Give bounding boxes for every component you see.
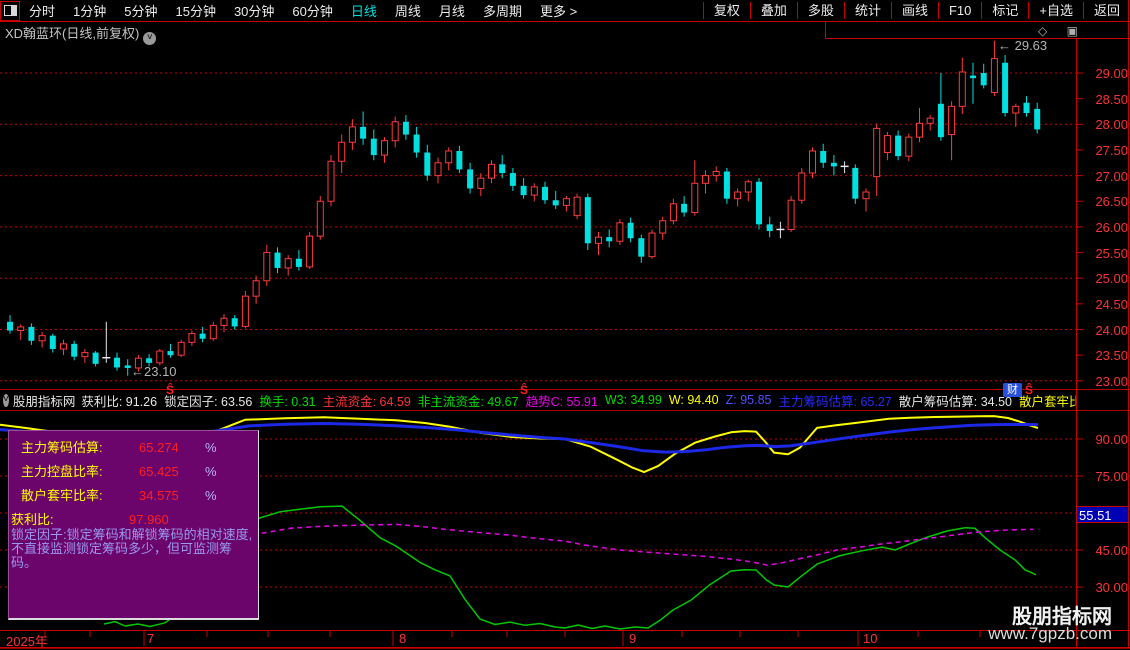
indicator-value-锁定因子: 锁定因子: 63.56 [164, 394, 253, 409]
price-axis-label: 28.00 [1095, 117, 1128, 133]
price-axis-label: 26.50 [1095, 194, 1128, 210]
month-label: 7 [147, 631, 155, 646]
price-axis-label: 27.00 [1095, 168, 1128, 184]
tooltip-row: 主力筹码估算: 65.274% [21, 440, 217, 455]
indicator-source: 股朋指标网 [12, 394, 76, 409]
month-label: 9 [629, 631, 637, 646]
price-axis-label: 27.50 [1095, 142, 1128, 158]
price-axis-label: 25.50 [1095, 245, 1128, 261]
price-axis-label: 23.00 [1095, 373, 1128, 389]
indicator-axis-label: 90.00 [1095, 432, 1128, 447]
indicator-value-W: W: 94.40 [668, 393, 719, 407]
window-border [0, 648, 1130, 649]
tooltip-row: 主力控盘比率: 65.425% [21, 464, 217, 479]
low-annotation: ←23.10 [131, 364, 177, 379]
trading-app-window: 分时 1分钟 5分钟 15分钟 30分钟 60分钟 日线 周线 月线 多周期 更多 > 复权 叠加 多股… [0, 0, 1130, 650]
sell-signal-marker: Ŝ [519, 383, 528, 397]
indicator-value-换手: 换手: 0.31 [259, 394, 316, 409]
price-axis-label: 24.50 [1095, 296, 1128, 312]
month-label: 10 [863, 631, 878, 646]
watermark-url: www.7gpzb.com [988, 624, 1112, 643]
tooltip-description: 锁定因子:锁定筹码和解锁筹码的相对速度,不直接监测锁定筹码多少，但可监测筹码。 [11, 527, 253, 570]
window-border [1128, 0, 1129, 649]
price-axis-label: 23.50 [1095, 348, 1128, 364]
high-annotation: ← 29.63 [998, 38, 1048, 53]
indicator-value-主流资金: 主流资金: 64.59 [322, 394, 411, 409]
indicator-axis-label: 45.00 [1095, 543, 1128, 558]
sell-signal-marker: Ŝ [165, 383, 174, 397]
month-label: 8 [399, 631, 407, 646]
chevron-circle-icon[interactable]: ˅ [3, 393, 9, 407]
pane-separator [0, 410, 1130, 411]
tooltip-row: 散户套牢比率: 34.575% [21, 488, 217, 503]
sell-signal-marker: Ŝ [1024, 383, 1033, 397]
price-axis-label: 25.00 [1095, 271, 1128, 287]
price-axis-label: 24.00 [1095, 322, 1128, 338]
price-axis-label: 26.00 [1095, 219, 1128, 235]
indicator-value-非主流资金: 非主流资金: 49.67 [417, 394, 519, 409]
indicator-value-Z: Z: 95.85 [725, 393, 772, 407]
indicator-axis-label: 75.00 [1095, 469, 1128, 484]
tooltip-row: 获利比: 97.960 [11, 512, 169, 527]
indicator-value-badge: 55.51 [1077, 506, 1128, 523]
indicator-param-bar: ˅ 股朋指标网 获利比: 91.26 锁定因子: 63.56 换手: 0.31 主流资… [0, 390, 1076, 410]
indicator-value-获利比: 获利比: 91.26 [81, 394, 158, 409]
indicator-value-W3: W3: 34.99 [604, 393, 662, 407]
finance-badge[interactable]: 财 [1003, 383, 1022, 397]
price-axis-label: 29.00 [1095, 66, 1128, 81]
axis-divider [1076, 38, 1077, 647]
price-axis-label: 28.50 [1095, 91, 1128, 107]
indicator-value-散户筹码估算: 散户筹码估算: 34.50 [898, 394, 1012, 409]
indicator-tooltip: 主力筹码估算: 65.274% 主力控盘比率: 65.425% 散户套牢比率: 34.57… [8, 430, 259, 620]
indicator-value-趋势C: 趋势C: 55.91 [525, 394, 598, 409]
indicator-axis-label: 30.00 [1095, 580, 1128, 596]
indicator-value-主力筹码估算: 主力筹码估算: 65.27 [778, 394, 892, 409]
